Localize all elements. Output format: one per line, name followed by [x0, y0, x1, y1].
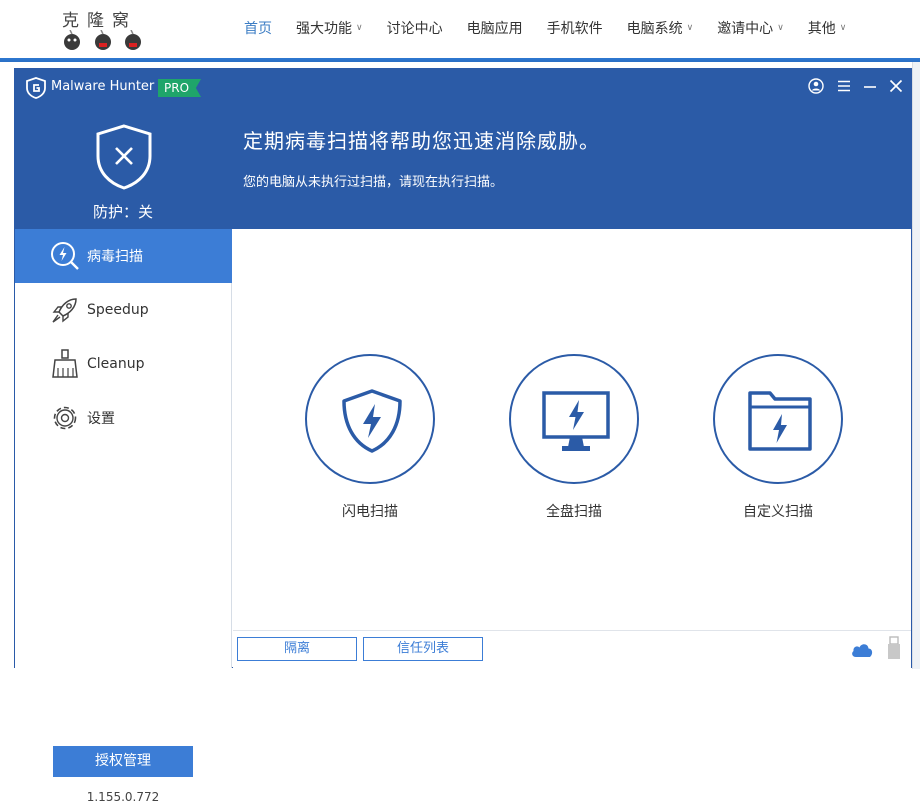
- logo-bomb-icon: [64, 30, 141, 50]
- nav-item-label: 其他: [807, 21, 836, 37]
- protection-off-shield-icon: [96, 124, 152, 190]
- nav-item-label: 强大功能: [296, 21, 352, 37]
- version-number: 1.155.0.772: [86, 790, 160, 804]
- site-accent-strip: [0, 58, 920, 62]
- quick-scan-circle: [305, 354, 435, 484]
- nav-item-5[interactable]: 电脑系统 ∨: [627, 18, 694, 38]
- nav-item-label: 首页: [244, 21, 272, 37]
- scan-panel: 闪电扫描 全盘扫描 自定义扫描 隔离 信任列表: [233, 229, 911, 668]
- trust-list-button[interactable]: 信任列表: [363, 637, 483, 661]
- nav-item-label: 讨论中心: [386, 21, 443, 37]
- broom-icon: [52, 349, 78, 378]
- app-header: Malware Hunter PRO 防护：关 定期病毒扫描将帮助您迅速消除威胁…: [15, 69, 911, 229]
- sidebar-item-label: 设置: [87, 411, 115, 427]
- close-icon[interactable]: [887, 77, 905, 95]
- nav-item-1[interactable]: 强大功能 ∨: [296, 18, 363, 38]
- full-scan-label: 全盘扫描: [546, 504, 602, 520]
- nav-item-4[interactable]: 手机软件: [547, 18, 603, 38]
- chevron-down-icon: ∨: [686, 23, 694, 33]
- page-scrollbar[interactable]: [912, 62, 920, 669]
- protection-status: 防护：关: [92, 203, 153, 221]
- nav-item-label: 电脑系统: [626, 21, 683, 37]
- sidebar: 病毒扫描 Speedup Cleanup 设置 授权管理 1.155.0.772: [15, 229, 232, 804]
- menu-icon[interactable]: [835, 77, 853, 95]
- nav-item-6[interactable]: 邀请中心 ∨: [717, 18, 784, 38]
- chevron-down-icon: ∨: [356, 23, 363, 33]
- custom-scan-option[interactable]: 自定义扫描: [712, 354, 844, 521]
- bottom-bar: 隔离 信任列表: [233, 630, 911, 668]
- site-logo[interactable]: 克隆窝: [58, 4, 148, 54]
- nav-item-3[interactable]: 电脑应用: [467, 18, 523, 38]
- chevron-down-icon: ∨: [839, 23, 847, 33]
- custom-scan-circle: [713, 354, 843, 484]
- lightning-shield-icon: [342, 389, 402, 453]
- custom-scan-label: 自定义扫描: [743, 504, 813, 520]
- subline: 您的电脑从未执行过扫描，请现在执行扫描。: [243, 175, 504, 190]
- chevron-down-icon: ∨: [777, 23, 784, 33]
- nav-item-label: 邀请中心: [717, 21, 774, 37]
- rocket-icon: [52, 298, 77, 323]
- sidebar-item-label: Speedup: [87, 302, 149, 318]
- sidebar-item-settings[interactable]: 设置: [15, 391, 232, 445]
- malware-hunter-window: Malware Hunter PRO 防护：关 定期病毒扫描将帮助您迅速消除威胁…: [14, 68, 912, 804]
- nav-item-0[interactable]: 首页: [244, 18, 272, 38]
- nav-item-7[interactable]: 其他 ∨: [808, 18, 847, 38]
- folder-lightning-icon: [748, 391, 812, 451]
- license-management-button[interactable]: 授权管理: [53, 746, 193, 777]
- virus-scan-icon: [51, 242, 79, 270]
- site-nav: 首页 强大功能 ∨ 讨论中心 电脑应用 手机软件 电脑系统 ∨ 邀请中心 ∨ 其他 ∨: [232, 0, 858, 56]
- title-bar[interactable]: Malware Hunter PRO: [15, 69, 911, 107]
- cloud-icon[interactable]: [850, 640, 874, 658]
- sidebar-item-cleanup[interactable]: Cleanup: [15, 337, 232, 391]
- nav-item-label: 手机软件: [546, 21, 603, 37]
- nav-item-label: 电脑应用: [466, 21, 523, 37]
- sidebar-item-virus-scan[interactable]: 病毒扫描: [15, 229, 232, 283]
- quick-scan-option[interactable]: 闪电扫描: [304, 354, 436, 521]
- sidebar-item-label: 病毒扫描: [87, 249, 143, 265]
- usb-icon[interactable]: [885, 636, 903, 660]
- site-logo-text: 克隆窝: [62, 11, 137, 31]
- pro-badge: PRO: [158, 79, 202, 97]
- full-scan-option[interactable]: 全盘扫描: [508, 354, 640, 521]
- minimize-icon[interactable]: [861, 77, 879, 95]
- sidebar-item-label: Cleanup: [87, 356, 145, 372]
- app-name: Malware Hunter: [51, 79, 155, 94]
- quick-scan-label: 闪电扫描: [342, 504, 398, 520]
- headline: 定期病毒扫描将帮助您迅速消除威胁。: [243, 129, 600, 153]
- quarantine-button[interactable]: 隔离: [237, 637, 357, 661]
- full-scan-circle: [509, 354, 639, 484]
- gear-icon: [53, 406, 77, 430]
- account-icon[interactable]: [807, 77, 825, 95]
- site-header: 克隆窝 首页 强大功能 ∨ 讨论中心 电脑应用 手机软件 电脑系统 ∨ 邀请中心 ∨ 其他 ∨: [0, 0, 920, 62]
- monitor-lightning-icon: [542, 391, 610, 451]
- sidebar-item-speedup[interactable]: Speedup: [15, 283, 232, 337]
- nav-item-2[interactable]: 讨论中心: [387, 18, 443, 38]
- app-logo-icon: [26, 77, 46, 99]
